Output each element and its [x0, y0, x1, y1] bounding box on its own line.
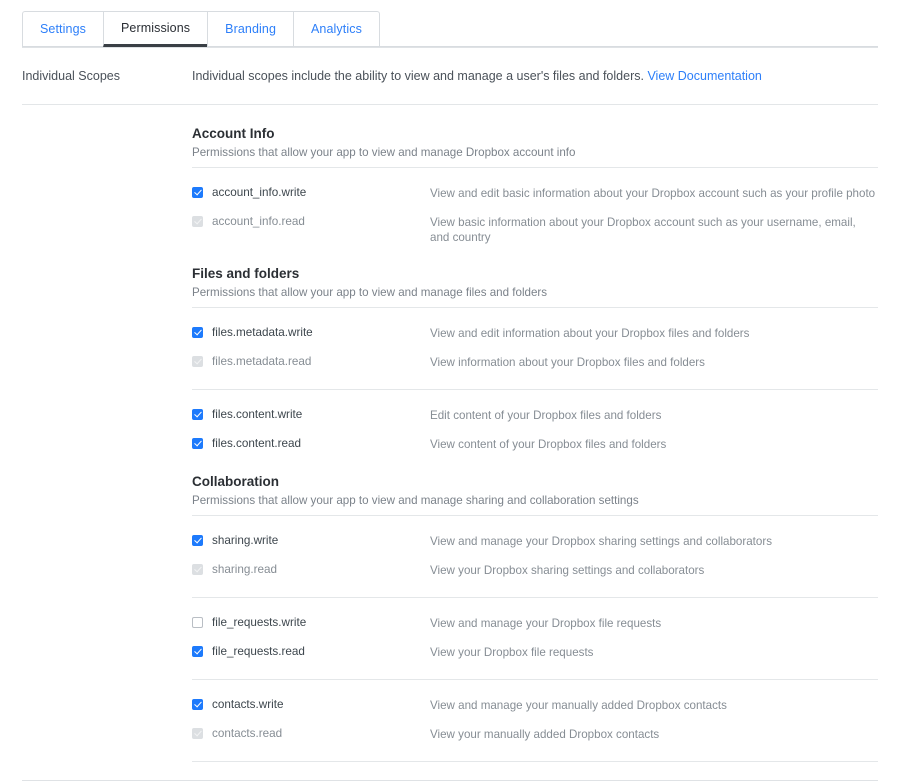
scope-row: account_info.read View basic information …	[192, 201, 878, 245]
scope-description: View and manage your manually added Drop…	[428, 698, 878, 713]
scope-description: View basic information about your Dropbo…	[428, 215, 878, 245]
individual-scopes-header: Individual Scopes Individual scopes incl…	[22, 48, 878, 104]
tab-branding[interactable]: Branding	[207, 11, 293, 47]
scope-name-cell: contacts.write	[192, 698, 428, 711]
scope-description: View content of your Dropbox files and f…	[428, 437, 878, 452]
scope-name-cell: files.metadata.write	[192, 326, 428, 339]
view-documentation-link[interactable]: View Documentation	[647, 69, 761, 83]
scope-description: View information about your Dropbox file…	[428, 355, 878, 370]
scope-name-cell: sharing.write	[192, 534, 428, 547]
scope-section: Files and folders Permissions that allow …	[192, 245, 878, 453]
scope-name-label: files.content.read	[212, 437, 301, 450]
scope-row: file_requests.read View your Dropbox file…	[192, 631, 878, 661]
scope-checkbox[interactable]	[192, 327, 203, 338]
scope-checkbox[interactable]	[192, 617, 203, 628]
scope-row: sharing.write View and manage your Dropbo…	[192, 516, 878, 549]
individual-scopes-label: Individual Scopes	[22, 68, 192, 85]
scope-name-label: contacts.write	[212, 698, 283, 711]
section-title: Files and folders	[192, 266, 878, 282]
scope-section: Collaboration Permissions that allow your…	[192, 453, 878, 762]
scope-name-label: file_requests.write	[212, 616, 306, 629]
scope-name-cell: sharing.read	[192, 563, 428, 576]
section-header: Collaboration Permissions that allow your…	[192, 453, 878, 516]
tab-analytics[interactable]: Analytics	[293, 11, 380, 47]
scope-name-label: files.metadata.write	[212, 326, 313, 339]
scope-row: file_requests.write View and manage your …	[192, 598, 878, 631]
scope-description: View your Dropbox sharing settings and c…	[428, 563, 878, 578]
scope-group: file_requests.write View and manage your …	[192, 598, 878, 680]
section-subtitle: Permissions that allow your app to view …	[192, 145, 878, 167]
scope-name-cell: file_requests.read	[192, 645, 428, 658]
section-subtitle: Permissions that allow your app to view …	[192, 285, 878, 307]
scope-name-label: account_info.write	[212, 186, 306, 199]
scope-row: files.metadata.write View and edit inform…	[192, 308, 878, 341]
scope-checkbox	[192, 728, 203, 739]
scope-section: Account Info Permissions that allow your …	[192, 105, 878, 245]
scope-checkbox	[192, 564, 203, 575]
scope-checkbox[interactable]	[192, 535, 203, 546]
tab-settings[interactable]: Settings	[22, 11, 103, 47]
scope-checkbox	[192, 216, 203, 227]
scope-group: account_info.write View and edit basic in…	[192, 168, 878, 245]
scope-row: sharing.read View your Dropbox sharing se…	[192, 549, 878, 579]
scope-name-cell: files.content.write	[192, 408, 428, 421]
section-header: Files and folders Permissions that allow …	[192, 245, 878, 308]
scope-group: files.metadata.write View and edit inform…	[192, 308, 878, 390]
scope-row: files.content.read View content of your D…	[192, 423, 878, 453]
scope-name-cell: contacts.read	[192, 727, 428, 740]
individual-scopes-description: Individual scopes include the ability to…	[192, 68, 762, 85]
scope-description: View and edit basic information about yo…	[428, 186, 878, 201]
scope-group: sharing.write View and manage your Dropbo…	[192, 516, 878, 598]
section-title: Account Info	[192, 126, 878, 142]
scope-checkbox[interactable]	[192, 699, 203, 710]
scope-name-cell: files.metadata.read	[192, 355, 428, 368]
scope-description: Edit content of your Dropbox files and f…	[428, 408, 878, 423]
scope-description: View and edit information about your Dro…	[428, 326, 878, 341]
scope-name-cell: file_requests.write	[192, 616, 428, 629]
tab-bar: SettingsPermissionsBrandingAnalytics	[22, 0, 878, 47]
section-title: Collaboration	[192, 474, 878, 490]
scope-group-divider	[192, 761, 878, 762]
scope-checkbox[interactable]	[192, 438, 203, 449]
scope-description: View your Dropbox file requests	[428, 645, 878, 660]
scopes-content: Account Info Permissions that allow your …	[192, 105, 878, 762]
scope-row: files.content.write Edit content of your …	[192, 390, 878, 423]
scope-name-cell: account_info.read	[192, 215, 428, 228]
scope-row: contacts.read View your manually added Dr…	[192, 713, 878, 743]
scope-name-cell: files.content.read	[192, 437, 428, 450]
scope-group: contacts.write View and manage your manua…	[192, 680, 878, 762]
scope-name-label: sharing.write	[212, 534, 278, 547]
section-header: Account Info Permissions that allow your …	[192, 105, 878, 168]
section-subtitle: Permissions that allow your app to view …	[192, 493, 878, 515]
scope-checkbox[interactable]	[192, 646, 203, 657]
individual-scopes-description-text: Individual scopes include the ability to…	[192, 69, 644, 83]
scope-name-label: files.metadata.read	[212, 355, 311, 368]
scope-description: View your manually added Dropbox contact…	[428, 727, 878, 742]
scope-name-label: file_requests.read	[212, 645, 305, 658]
scope-group: files.content.write Edit content of your …	[192, 390, 878, 453]
scope-row: contacts.write View and manage your manua…	[192, 680, 878, 713]
scope-description: View and manage your Dropbox sharing set…	[428, 534, 878, 549]
tab-permissions[interactable]: Permissions	[103, 11, 207, 47]
scope-name-label: sharing.read	[212, 563, 277, 576]
scope-name-cell: account_info.write	[192, 186, 428, 199]
scope-description: View and manage your Dropbox file reques…	[428, 616, 878, 631]
scope-name-label: account_info.read	[212, 215, 305, 228]
scope-name-label: files.content.write	[212, 408, 302, 421]
scope-checkbox[interactable]	[192, 409, 203, 420]
scope-checkbox	[192, 356, 203, 367]
scope-name-label: contacts.read	[212, 727, 282, 740]
scope-checkbox[interactable]	[192, 187, 203, 198]
tab-list: SettingsPermissionsBrandingAnalytics	[22, 11, 878, 47]
scope-row: account_info.write View and edit basic in…	[192, 168, 878, 201]
scope-row: files.metadata.read View information abou…	[192, 341, 878, 371]
